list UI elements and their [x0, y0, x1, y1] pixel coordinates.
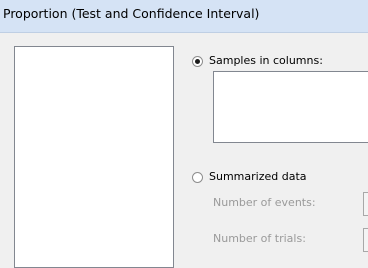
samples-in-columns-label[interactable]: Samples in columns: — [209, 54, 323, 67]
title-bar[interactable]: Proportion (Test and Confidence Interval… — [0, 0, 368, 33]
number-of-events-field[interactable] — [363, 192, 368, 216]
number-of-events-label: Number of events: — [213, 196, 316, 209]
samples-in-columns-radio[interactable] — [192, 56, 203, 67]
summarized-data-radio[interactable] — [192, 172, 203, 183]
radio-selected-dot — [195, 59, 200, 64]
number-of-trials-label: Number of trials: — [213, 232, 306, 245]
samples-in-columns-input[interactable] — [213, 71, 368, 143]
window-title: Proportion (Test and Confidence Interval… — [3, 6, 260, 21]
variable-list[interactable] — [14, 46, 174, 268]
summarized-data-label[interactable]: Summarized data — [209, 170, 307, 183]
number-of-trials-field[interactable] — [363, 228, 368, 252]
